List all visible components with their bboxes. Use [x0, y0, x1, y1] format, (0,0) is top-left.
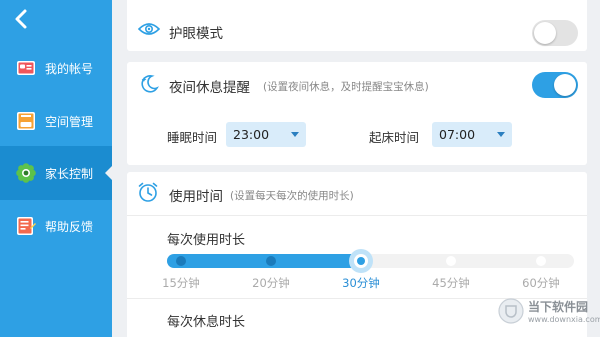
sidebar-item-feedback[interactable]: 帮助反馈 [0, 199, 112, 253]
session-length-slider[interactable] [167, 249, 574, 273]
slider-option-label[interactable]: 45分钟 [421, 275, 481, 291]
sidebar-item-account[interactable]: 我的帐号 [0, 41, 112, 95]
slider-option-label[interactable]: 15分钟 [151, 275, 211, 291]
slider-thumb[interactable] [349, 249, 373, 273]
toggle-knob [554, 74, 576, 96]
slider-stop[interactable] [176, 256, 186, 266]
usage-time-hint: (设置每天每次的使用时长) [230, 190, 354, 202]
usage-time-title: 使用时间 [169, 189, 223, 205]
slider-fill [167, 254, 361, 268]
slider-stop[interactable] [536, 256, 546, 266]
eye-icon [138, 23, 160, 35]
session-length-label: 每次使用时长 [167, 233, 246, 248]
wake-time-select[interactable]: 07:00 [432, 122, 512, 147]
slider-stop[interactable] [446, 256, 456, 266]
divider [127, 215, 587, 216]
sidebar-item-label: 我的帐号 [45, 61, 94, 76]
eye-mode-title: 护眼模式 [169, 26, 223, 42]
sidebar: 我的帐号 空间管理 家长控制 帮助反馈 [0, 0, 112, 337]
wake-time-value: 07:00 [439, 127, 476, 142]
toggle-knob [534, 22, 556, 44]
sidebar-item-parental-control[interactable]: 家长控制 [0, 146, 112, 200]
slider-option-label[interactable]: 60分钟 [511, 275, 571, 291]
thumb-dot [357, 257, 365, 265]
back-arrow-icon [15, 9, 27, 29]
chevron-down-icon [497, 132, 505, 137]
sidebar-item-label: 帮助反馈 [45, 219, 94, 234]
night-rest-title: 夜间休息提醒 [169, 80, 250, 96]
feedback-note-icon [17, 217, 36, 235]
night-rest-card: 夜间休息提醒 (设置夜间休息，及时提醒宝宝休息) 睡眠时间 23:00 起床时间… [127, 62, 587, 165]
slider-stop[interactable] [266, 256, 276, 266]
slider-option-label[interactable]: 20分钟 [241, 275, 301, 291]
slider-option-label[interactable]: 30分钟 [331, 275, 391, 291]
night-rest-toggle[interactable] [532, 72, 578, 98]
watermark-shield-icon [498, 298, 524, 324]
watermark-logo: 当下软件园 www.downxia.com [497, 293, 600, 333]
back-button[interactable] [10, 6, 32, 32]
watermark-url: www.downxia.com [528, 315, 600, 324]
watermark-text: 当下软件园 [528, 300, 589, 314]
wake-time-label: 起床时间 [369, 130, 420, 145]
sleep-time-value: 23:00 [233, 127, 270, 142]
sleep-time-label: 睡眠时间 [167, 130, 218, 145]
eye-mode-toggle[interactable] [532, 20, 578, 46]
storage-icon [17, 112, 35, 130]
sleep-time-select[interactable]: 23:00 [226, 122, 306, 147]
sidebar-item-label: 空间管理 [45, 114, 94, 129]
chevron-down-icon [291, 132, 299, 137]
night-rest-hint: (设置夜间休息，及时提醒宝宝休息) [263, 81, 429, 93]
sidebar-item-label: 家长控制 [45, 166, 94, 181]
rest-length-label: 每次休息时长 [167, 315, 246, 330]
moon-icon [141, 75, 159, 93]
sidebar-item-storage[interactable]: 空间管理 [0, 94, 112, 148]
account-card-icon [17, 61, 35, 75]
eye-mode-card: 护眼模式 [127, 0, 587, 51]
clock-icon [138, 182, 158, 202]
flower-gear-icon [16, 163, 36, 183]
